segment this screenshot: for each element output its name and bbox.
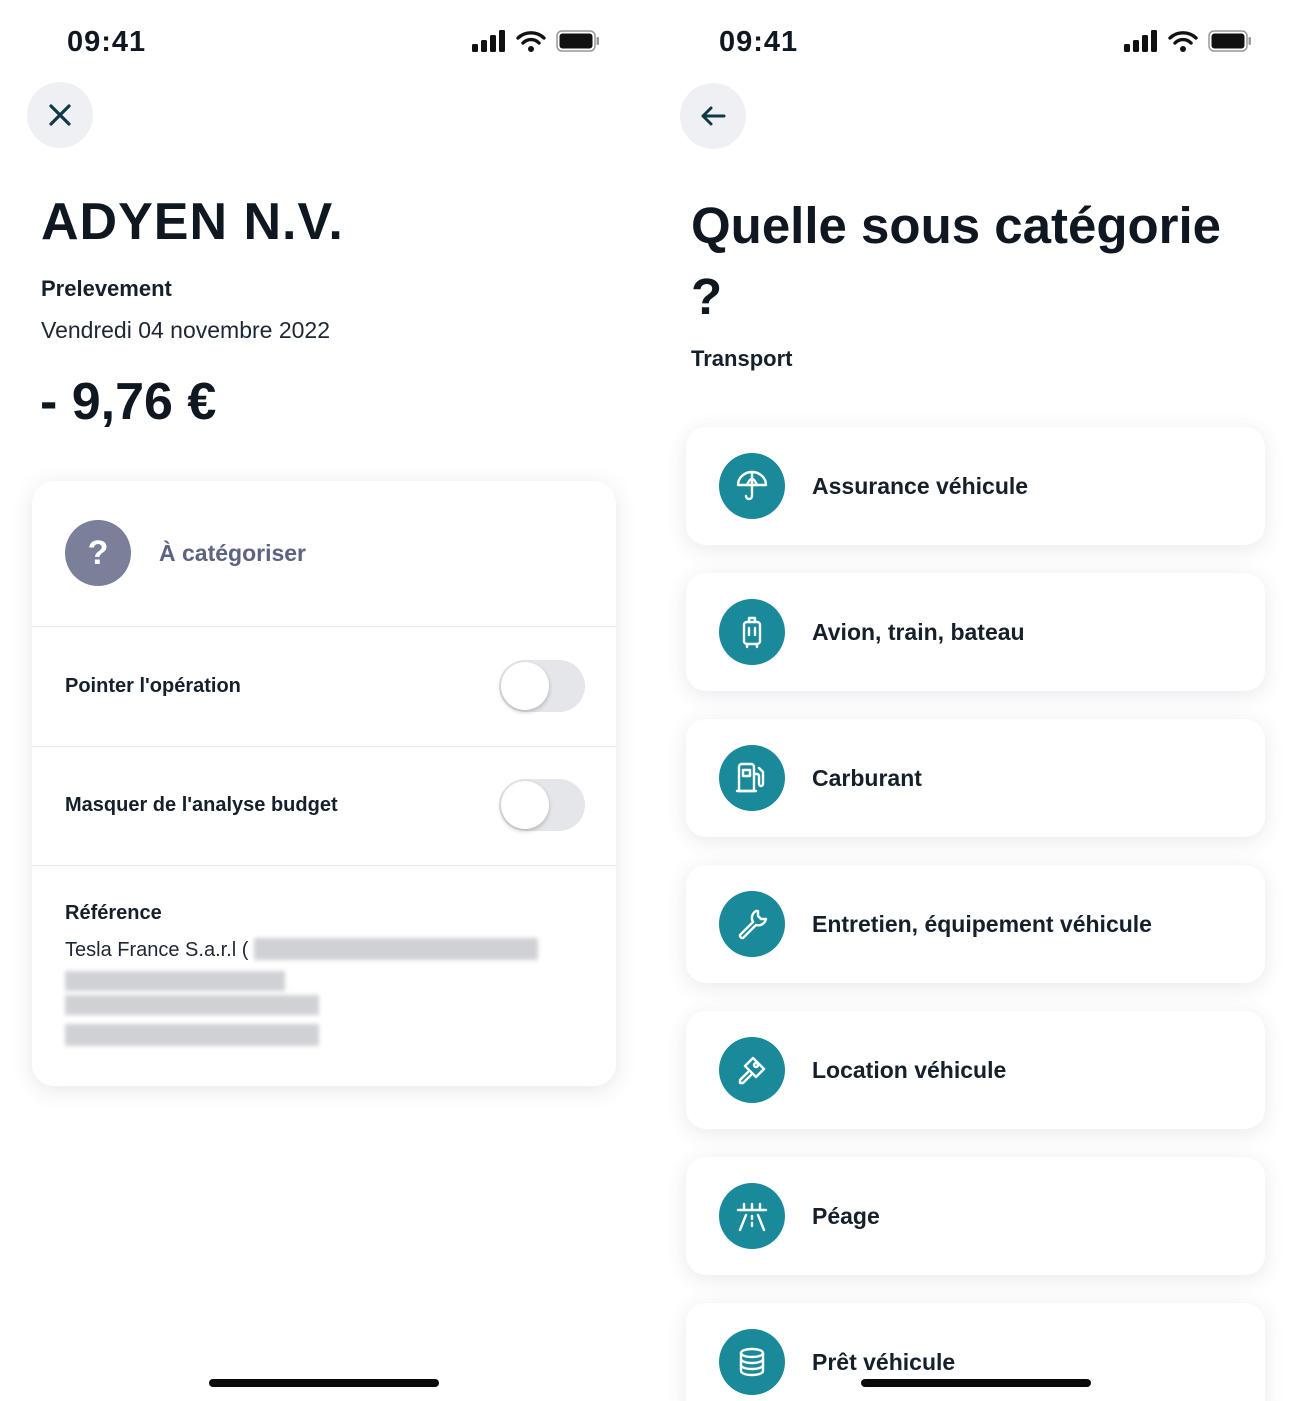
reference-title: Référence (65, 902, 162, 924)
close-button[interactable] (27, 82, 93, 148)
merchant-name: ADYEN N.V. (41, 193, 344, 251)
fuel-pump-icon (719, 745, 785, 811)
subcategory-label: Péage (812, 1203, 880, 1229)
back-button[interactable] (680, 83, 746, 149)
home-indicator[interactable] (209, 1379, 439, 1387)
toggle-label: Pointer l'opération (65, 675, 241, 697)
transaction-details-card: ? À catégoriser Pointer l'opération Masq… (32, 481, 616, 1086)
subcategory-item-toll[interactable]: Péage (686, 1157, 1265, 1275)
wifi-icon (1168, 31, 1198, 52)
hide-budget-row: Masquer de l'analyse budget (32, 747, 616, 866)
signal-icon (472, 30, 505, 52)
subcategory-label: Avion, train, bateau (812, 619, 1025, 645)
page-title: Quelle sous catégorie ? (691, 197, 1222, 325)
category-selector[interactable]: ? À catégoriser (32, 481, 616, 627)
home-indicator[interactable] (861, 1379, 1091, 1387)
coins-icon (719, 1329, 785, 1395)
subcategory-screen: 09:41 Quelle sous catégorie ? Transport … (650, 0, 1300, 1401)
luggage-icon (719, 599, 785, 665)
subcategory-item-fuel[interactable]: Carburant (686, 719, 1265, 837)
pointer-operation-row: Pointer l'opération (32, 628, 616, 747)
category-label: À catégoriser (159, 540, 307, 566)
subcategory-label: Carburant (812, 765, 922, 791)
operation-type: Prelevement (41, 276, 172, 301)
key-icon (719, 1037, 785, 1103)
wifi-icon (516, 31, 546, 52)
redacted-block (254, 938, 538, 960)
subcategory-item-assurance[interactable]: Assurance véhicule (686, 427, 1265, 545)
toggle-knob (501, 662, 549, 710)
transaction-detail-screen: 09:41 ADYEN N.V. Prelevement Vendredi 04… (0, 0, 650, 1401)
wrench-icon (719, 891, 785, 957)
toggle-label: Masquer de l'analyse budget (65, 794, 338, 816)
status-icons (472, 30, 600, 52)
redacted-block (65, 1024, 319, 1046)
arrow-left-icon (701, 106, 726, 126)
status-time: 09:41 (719, 26, 799, 58)
toll-road-icon (719, 1183, 785, 1249)
toggle-knob (501, 781, 549, 829)
battery-icon (556, 30, 599, 52)
subcategory-item-rental[interactable]: Location véhicule (686, 1011, 1265, 1129)
subcategory-item-maintenance[interactable]: Entretien, équipement véhicule (686, 865, 1265, 983)
status-icons (1124, 30, 1252, 52)
battery-icon (1208, 30, 1251, 52)
status-time: 09:41 (67, 26, 147, 58)
parent-category: Transport (691, 346, 793, 371)
subcategory-label: Location véhicule (812, 1057, 1007, 1083)
subcategory-label: Assurance véhicule (812, 473, 1029, 499)
pointer-operation-toggle[interactable] (499, 660, 585, 712)
redacted-block (65, 995, 319, 1015)
umbrella-icon (719, 453, 785, 519)
reference-text: Tesla France S.a.r.l ( (65, 939, 249, 961)
close-icon (49, 104, 71, 126)
hide-budget-toggle[interactable] (499, 779, 585, 831)
subcategory-label: Prêt véhicule (812, 1349, 956, 1375)
signal-icon (1124, 30, 1157, 52)
operation-amount: - 9,76 € (40, 373, 217, 431)
question-icon: ? (65, 520, 131, 586)
operation-date: Vendredi 04 novembre 2022 (41, 317, 330, 343)
subcategory-label: Entretien, équipement véhicule (812, 911, 1152, 937)
redacted-block (65, 971, 285, 991)
subcategory-item-travel[interactable]: Avion, train, bateau (686, 573, 1265, 691)
